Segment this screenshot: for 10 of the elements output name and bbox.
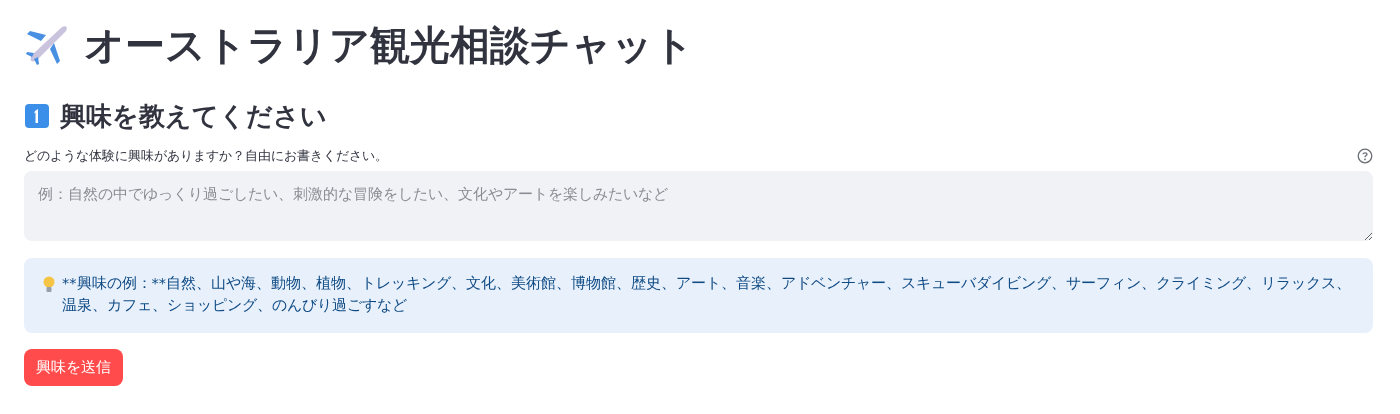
section-heading: 興味を教えてください <box>60 99 327 133</box>
airplane-icon <box>24 23 70 67</box>
keycap-one-icon <box>24 103 50 129</box>
info-text: **興味の例：**自然、山や海、動物、植物、トレッキング、文化、美術館、博物館、歴史、アート、音楽、アドベンチャー、スキューバダイビング、サーフィン、クライミング、リラックス、温泉、カフェ、ショッピング、のんびり過ごすなど <box>62 274 1352 316</box>
interest-input-field[interactable]: 例：自然の中でゆっくり過ごしたい、刺激的な冒険をしたい、文化やアートを楽しみたいなど <box>24 171 1373 241</box>
help-icon[interactable] <box>1357 148 1373 164</box>
field-label: どのような体験に興味がありますか？自由にお書きください。 <box>24 147 388 165</box>
submit-button[interactable]: 興味を送信 <box>24 348 123 386</box>
light-bulb-icon <box>42 275 56 295</box>
page-title: オーストラリア観光相談チャット <box>84 21 694 69</box>
